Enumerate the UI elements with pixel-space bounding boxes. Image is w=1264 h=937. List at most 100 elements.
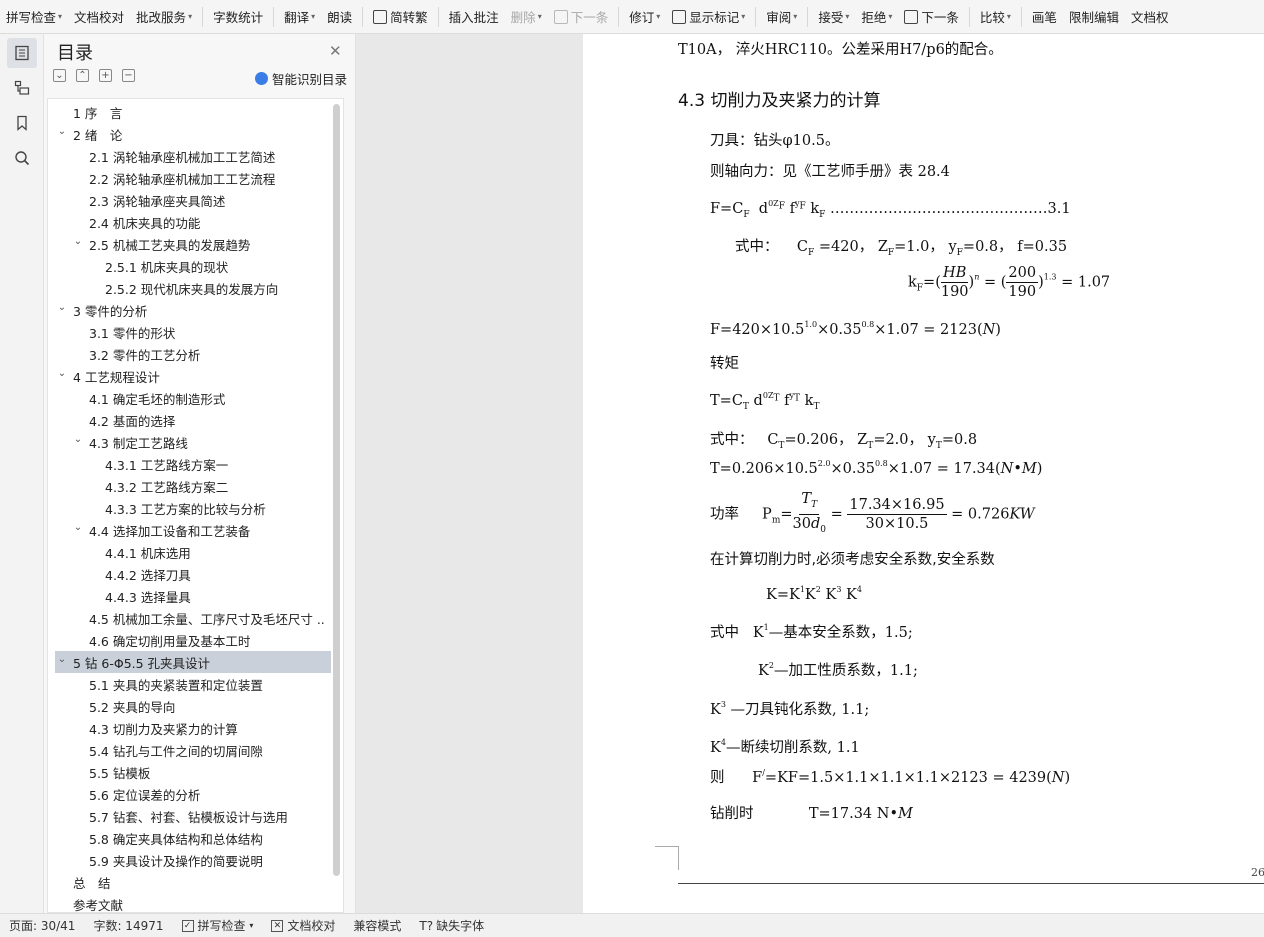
toc-item[interactable]: 4.3.3 工艺方案的比较与分析 [55,497,325,519]
page-indicator[interactable]: 页面: 30/41 [0,917,84,934]
toolbar-item[interactable]: 下一条 [548,5,615,29]
toc-item[interactable]: 2.2 涡轮轴承座机械加工工艺流程 [55,167,325,189]
toc-item[interactable]: 参考文献 [55,893,325,913]
toolbar-item[interactable]: 文档权 [1125,5,1175,29]
chevron-down-icon[interactable]: ⌄ [71,522,85,533]
toolbar-item-label: 简转繁 [390,10,428,25]
next-change-icon [904,9,919,24]
f-prime-label: 则 [710,770,725,786]
toc-item[interactable]: 2.5.2 现代机床夹具的发展方向 [55,277,325,299]
chevron-down-icon[interactable]: ⌄ [55,126,69,137]
word-count[interactable]: 字数: 14971 [84,917,172,934]
chevron-down-icon[interactable]: ⌄ [55,368,69,379]
toolbar-item[interactable]: 接受 ▾ [812,5,855,29]
toolbar-item[interactable]: 插入批注 [443,5,505,29]
toc-item-label: 2.5 机械工艺夹具的发展趋势 [89,237,251,253]
toc-item-label: 5.7 钻套、衬套、钻模板设计与选用 [89,809,288,825]
toolbar-item[interactable]: 下一条 [898,5,965,29]
chevron-down-icon[interactable]: ⌄ [55,654,69,665]
toc-item[interactable]: 总 结 [55,871,325,893]
toolbar-item[interactable]: 拼写检查 ▾ [0,5,68,29]
toolbar-item-label: 下一条 [570,10,609,25]
bookmark-icon[interactable] [7,108,37,138]
expand-all-icon[interactable]: ⌃ [76,69,89,82]
missing-font[interactable]: T? 缺失字体 [410,917,493,934]
add-heading-icon[interactable]: + [99,69,112,82]
toc-item[interactable]: 5.7 钻套、衬套、钻模板设计与选用 [55,805,325,827]
toc-item[interactable]: 3.1 零件的形状 [55,321,325,343]
toc-item[interactable]: 4.6 确定切削用量及基本工时 [55,629,325,651]
toolbar-item[interactable]: 审阅 ▾ [760,5,803,29]
toc-item[interactable]: ⌄ 4.3 制定工艺路线 [55,431,325,453]
toc-item[interactable]: 2.4 机床夹具的功能 [55,211,325,233]
toc-item[interactable]: 2.1 涡轮轴承座机械加工工艺简述 [55,145,325,167]
proofread-status[interactable]: ✕ 文档校对 [262,917,344,934]
toc-item[interactable]: 4.3 切削力及夹紧力的计算 [55,717,325,739]
toc-item[interactable]: ⌄ 4.4 选择加工设备和工艺装备 [55,519,325,541]
toc-item[interactable]: 4.5 机械加工余量、工序尺寸及毛坯尺寸 ... [55,607,325,629]
toolbar-item[interactable]: 限制编辑 [1063,5,1125,29]
toolbar-item[interactable]: 删除 ▾ [505,5,548,29]
chevron-down-icon[interactable]: ⌄ [55,302,69,313]
toc-item[interactable]: 5.5 钻模板 [55,761,325,783]
toc-item[interactable]: ⌄ 2.5 机械工艺夹具的发展趋势 [55,233,325,255]
drill-line: 钻削时 T=17.34 N•M [710,806,913,822]
toc-item[interactable]: 3.2 零件的工艺分析 [55,343,325,365]
toc-icon[interactable] [7,38,37,68]
f-result-b: ×0.35 [817,322,862,338]
toc-item[interactable]: 5.9 夹具设计及操作的简要说明 [55,849,325,871]
outline-icon[interactable] [7,73,37,103]
toc-scrollbar[interactable] [333,104,340,876]
toc-item[interactable]: 5.8 确定夹具体结构和总体结构 [55,827,325,849]
toc-item-label: 4.3.3 工艺方案的比较与分析 [105,501,266,517]
toolbar-item[interactable]: 批改服务 ▾ [130,5,198,29]
toc-item[interactable]: 5.1 夹具的夹紧装置和定位装置 [55,673,325,695]
toc-item[interactable]: 2.3 涡轮轴承座夹具简述 [55,189,325,211]
toc-item[interactable]: ⌄ 4 工艺规程设计 [55,365,325,387]
toc-item[interactable]: 4.4.1 机床选用 [55,541,325,563]
ct-values: =0.206， Z [784,432,868,448]
collapse-all-icon[interactable]: ⌄ [53,69,66,82]
toolbar-item[interactable]: 比较 ▾ [974,5,1017,29]
toolbar-item[interactable]: 简转繁 [367,5,434,29]
toolbar-item[interactable]: 修订 ▾ [623,5,666,29]
chevron-down-icon[interactable]: ⌄ [71,236,85,247]
check-icon: ✓ [181,919,194,932]
toc-item[interactable]: ⌄ 2 绪 论 [55,123,325,145]
toolbar-item-label: 限制编辑 [1068,10,1119,25]
toc-item[interactable]: 4.4.2 选择刀具 [55,563,325,585]
toc-item[interactable]: 1 序 言 [55,101,325,123]
toc-item[interactable]: ⌄ 3 零件的分析 [55,299,325,321]
toc-item[interactable]: 4.1 确定毛坯的制造形式 [55,387,325,409]
toolbar-item[interactable]: 翻译 ▾ [278,5,321,29]
toc-item[interactable]: 4.3.1 工艺路线方案一 [55,453,325,475]
chevron-down-icon: ▾ [656,12,661,21]
toc-item[interactable]: 2.5.1 机床夹具的现状 [55,255,325,277]
toc-item[interactable]: 5.4 钻孔与工件之间的切屑间隙 [55,739,325,761]
toc-item[interactable]: 5.6 定位误差的分析 [55,783,325,805]
doc-line: 则轴向力：见《工艺师手册》表 28.4 [710,164,950,180]
toolbar-item[interactable]: 文档校对 [68,5,130,29]
chevron-down-icon: ▾ [888,12,893,21]
toolbar-item[interactable]: 拒绝 ▾ [855,5,898,29]
search-icon[interactable] [7,143,37,173]
k-formula: K=K [766,587,800,603]
remove-heading-icon[interactable]: − [122,69,135,82]
toolbar-item[interactable]: 字数统计 [207,5,269,29]
compat-mode[interactable]: 兼容模式 [344,917,410,934]
close-icon[interactable]: ✕ [329,42,342,60]
section-heading: 4.3 切削力及夹紧力的计算 [678,91,881,111]
toolbar-item-label: 批改服务 [136,10,187,25]
toc-item[interactable]: 4.4.3 选择量具 [55,585,325,607]
smart-recognize-button[interactable]: 智能识别目录 [255,69,347,88]
toc-item[interactable]: 4.2 基面的选择 [55,409,325,431]
toc-item[interactable]: 5.2 夹具的导向 [55,695,325,717]
toc-item[interactable]: ⌄ 5 钻 6-Φ5.5 孔夹具设计 [55,651,331,673]
toolbar-item[interactable]: 显示标记 ▾ [666,5,751,29]
toc-item[interactable]: 4.3.2 工艺路线方案二 [55,475,325,497]
drill-value: T=17.34 N [808,806,890,822]
chevron-down-icon[interactable]: ⌄ [71,434,85,445]
toolbar-item[interactable]: 朗读 [321,5,358,29]
toolbar-item[interactable]: 画笔 [1026,5,1063,29]
spell-check-status[interactable]: ✓ 拼写检查 ▾ [173,917,263,934]
